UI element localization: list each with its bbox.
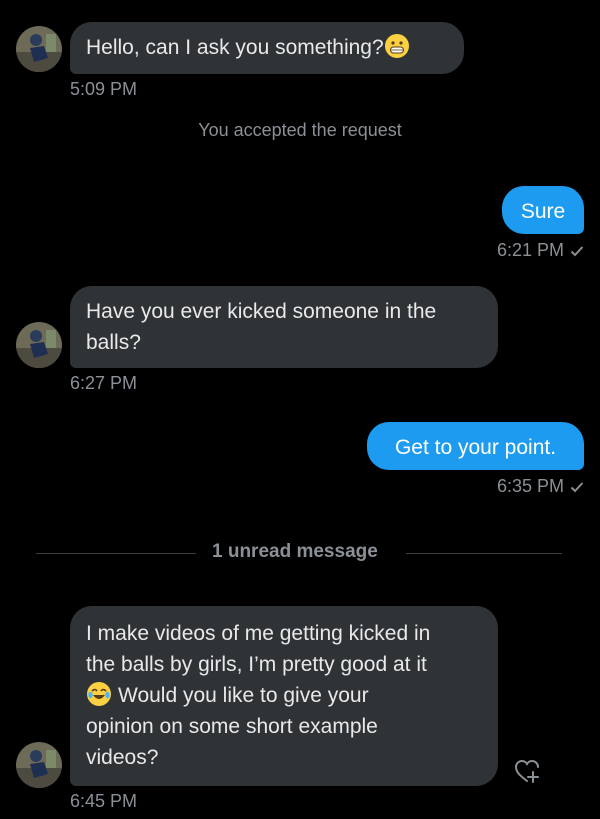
request-accepted-notice: You accepted the request (198, 120, 402, 140)
message-bubble[interactable]: Sure (502, 186, 584, 234)
message-text-line: Would you like to give your (86, 680, 482, 711)
tears-of-joy-emoji (87, 682, 111, 706)
message-timestamp: 6:21 PM (440, 240, 584, 261)
divider-line (36, 553, 196, 554)
message-timestamp: 6:27 PM (70, 373, 138, 393)
avatar[interactable] (16, 26, 62, 72)
avatar[interactable] (16, 742, 62, 788)
message-timestamp: 5:09 PM (70, 79, 138, 99)
message-bubble[interactable]: Hello, can I ask you something? (70, 22, 464, 74)
message-text-line: the balls by girls, I’m pretty good at i… (86, 653, 427, 676)
message-bubble[interactable]: Get to your point. (367, 422, 584, 470)
divider-line (406, 553, 562, 554)
heart-plus-icon[interactable] (512, 756, 542, 786)
message-text: Hello, can I ask you something? (86, 36, 384, 59)
message-text: Get to your point. (394, 436, 557, 459)
message-bubble[interactable]: I make videos of me getting kicked in th… (70, 606, 498, 786)
message-text-line: balls? (86, 331, 141, 354)
unread-divider-label: 1 unread message (212, 541, 378, 562)
message-timestamp: 6:45 PM (70, 791, 138, 811)
message-text: Sure (520, 200, 566, 223)
message-timestamp: 6:35 PM (440, 476, 584, 497)
checkmark-icon (570, 246, 584, 257)
grinning-face-emoji (384, 34, 409, 58)
message-text-line: opinion on some short example (86, 715, 378, 738)
avatar[interactable] (16, 322, 62, 368)
checkmark-icon (570, 482, 584, 493)
message-text-line: videos? (86, 746, 159, 769)
message-text-line: I make videos of me getting kicked in (86, 622, 431, 645)
message-bubble[interactable]: Have you ever kicked someone in the ball… (70, 286, 498, 368)
message-text-line: Have you ever kicked someone in the (86, 300, 437, 323)
